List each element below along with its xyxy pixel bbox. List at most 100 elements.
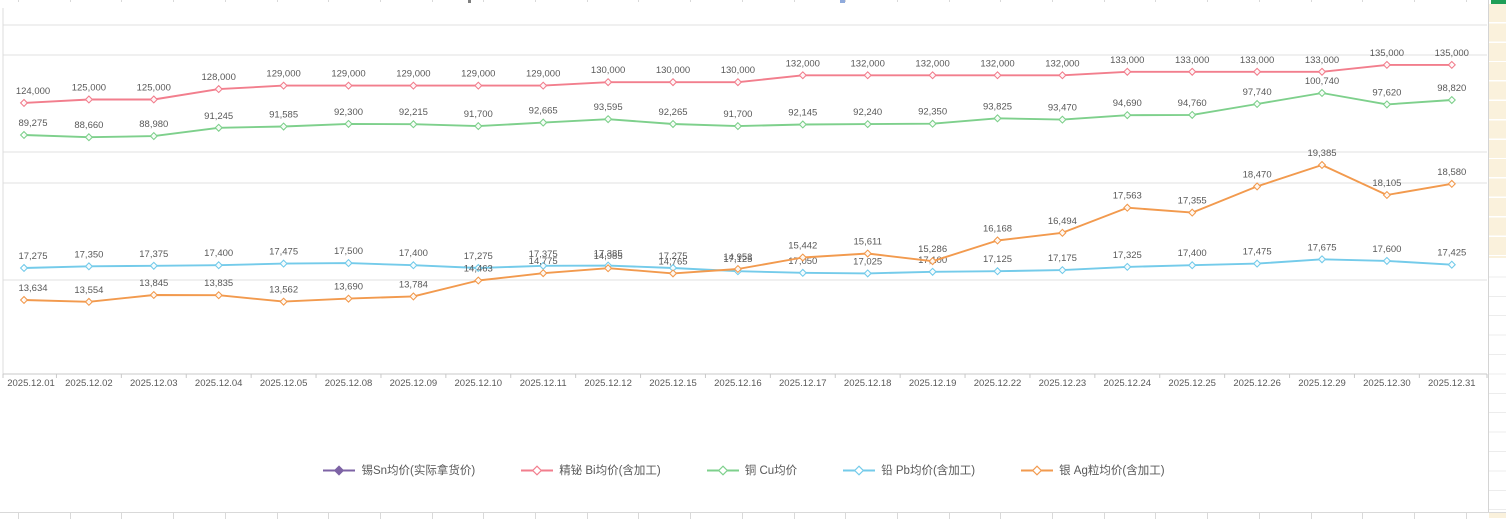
- data-point-marker: [1448, 180, 1455, 187]
- data-point-marker: [1059, 229, 1066, 236]
- data-label: 97,740: [1243, 87, 1272, 98]
- date-label: 2025.12.16: [714, 378, 762, 389]
- data-point-marker: [150, 262, 157, 269]
- date-label: 2025.12.12: [584, 378, 632, 389]
- column-boundary: [1311, 513, 1312, 519]
- data-label: 15,286: [918, 244, 947, 255]
- data-point-marker: [86, 298, 93, 305]
- data-point-marker: [670, 121, 677, 128]
- data-label: 14,985: [594, 251, 623, 262]
- column-boundary: [1000, 513, 1001, 519]
- data-point-marker: [1319, 162, 1326, 169]
- data-point-marker: [1319, 68, 1326, 75]
- data-point-marker: [1059, 116, 1066, 123]
- data-point-marker: [475, 277, 482, 284]
- data-point-marker: [929, 268, 936, 275]
- data-point-marker: [929, 72, 936, 79]
- data-point-marker: [215, 124, 222, 131]
- column-boundary: [535, 513, 536, 519]
- column-boundary: [794, 513, 795, 519]
- data-point-marker: [994, 237, 1001, 244]
- highlighted-cells[interactable]: [1489, 4, 1506, 258]
- column-boundary: [1155, 513, 1156, 519]
- data-point-marker: [150, 96, 157, 103]
- data-label: 91,700: [464, 109, 493, 120]
- legend-marker-ag: [1021, 465, 1053, 476]
- column-boundary: [690, 513, 691, 519]
- column-boundary: [587, 513, 588, 519]
- spreadsheet-right-column[interactable]: [1488, 0, 1506, 518]
- data-point-marker: [280, 82, 287, 89]
- date-label: 2025.12.10: [455, 378, 503, 389]
- date-label: 2025.12.22: [974, 378, 1022, 389]
- date-label: 2025.12.25: [1168, 378, 1216, 389]
- legend-label: 铅 Pb均价(含加工): [881, 462, 975, 478]
- column-boundary: [742, 513, 743, 519]
- data-point-marker: [215, 292, 222, 299]
- data-label: 129,000: [526, 69, 560, 80]
- data-point-marker: [540, 82, 547, 89]
- column-boundary: [949, 513, 950, 519]
- data-label: 17,675: [1307, 242, 1336, 253]
- data-label: 17,400: [1178, 248, 1207, 259]
- data-point-marker: [1319, 256, 1326, 263]
- data-label: 129,000: [461, 69, 495, 80]
- data-label: 92,215: [399, 107, 428, 118]
- data-label: 130,000: [721, 65, 755, 76]
- data-label: 13,845: [139, 278, 168, 289]
- data-point-marker: [799, 269, 806, 276]
- data-point-marker: [864, 270, 871, 277]
- price-line-chart[interactable]: 2025.12.012025.12.022025.12.032025.12.04…: [0, 0, 1488, 512]
- date-label: 2025.12.05: [260, 378, 308, 389]
- data-label: 88,660: [74, 120, 103, 131]
- legend-item-ag[interactable]: 银 Ag粒均价(含加工): [1021, 462, 1164, 478]
- data-point-marker: [1384, 192, 1391, 199]
- data-label: 13,835: [204, 278, 233, 289]
- data-label: 14,765: [658, 256, 687, 267]
- date-label: 2025.12.26: [1233, 378, 1281, 389]
- column-boundary: [380, 513, 381, 519]
- date-label: 2025.12.09: [390, 378, 438, 389]
- column-boundary: [18, 513, 19, 519]
- column-boundary: [1414, 513, 1415, 519]
- legend-label: 铜 Cu均价: [745, 462, 797, 478]
- legend-item-cu[interactable]: 铜 Cu均价: [707, 462, 797, 478]
- data-point-marker: [1124, 112, 1131, 119]
- date-label: 2025.12.19: [909, 378, 957, 389]
- empty-cells[interactable]: [1489, 258, 1506, 512]
- column-boundary: [328, 513, 329, 519]
- data-point-marker: [1124, 68, 1131, 75]
- data-point-marker: [1189, 209, 1196, 216]
- data-label: 130,000: [591, 65, 625, 76]
- data-point-marker: [21, 132, 28, 139]
- column-boundary: [225, 513, 226, 519]
- data-label: 97,620: [1372, 87, 1401, 98]
- column-boundary: [1259, 513, 1260, 519]
- data-label: 17,400: [204, 248, 233, 259]
- column-boundary: [173, 513, 174, 519]
- data-label: 17,375: [139, 249, 168, 260]
- date-label: 2025.12.31: [1428, 378, 1476, 389]
- data-label: 17,275: [18, 251, 47, 262]
- data-point-marker: [735, 79, 742, 86]
- data-point-marker: [1448, 261, 1455, 268]
- data-point-marker: [1254, 260, 1261, 267]
- legend-item-pb[interactable]: 铅 Pb均价(含加工): [843, 462, 975, 478]
- data-point-marker: [1254, 68, 1261, 75]
- data-point-marker: [1448, 97, 1455, 104]
- legend-item-sn[interactable]: 锡Sn均价(实际拿货价): [323, 462, 475, 478]
- data-label: 129,000: [331, 69, 365, 80]
- data-point-marker: [1254, 183, 1261, 190]
- data-label: 98,820: [1437, 83, 1466, 94]
- data-point-marker: [605, 79, 612, 86]
- legend-marker-cu: [707, 465, 739, 476]
- data-label: 13,690: [334, 282, 363, 293]
- data-label: 92,265: [658, 107, 687, 118]
- data-point-marker: [150, 292, 157, 299]
- data-label: 89,275: [18, 118, 47, 129]
- data-labels-ag: 13,63413,55413,84513,83513,56213,69013,7…: [18, 148, 1466, 296]
- legend-item-bi[interactable]: 精铋 Bi均价(含加工): [521, 462, 661, 478]
- column-boundary: [897, 513, 898, 519]
- data-label: 13,634: [18, 283, 47, 294]
- data-label: 132,000: [786, 58, 820, 69]
